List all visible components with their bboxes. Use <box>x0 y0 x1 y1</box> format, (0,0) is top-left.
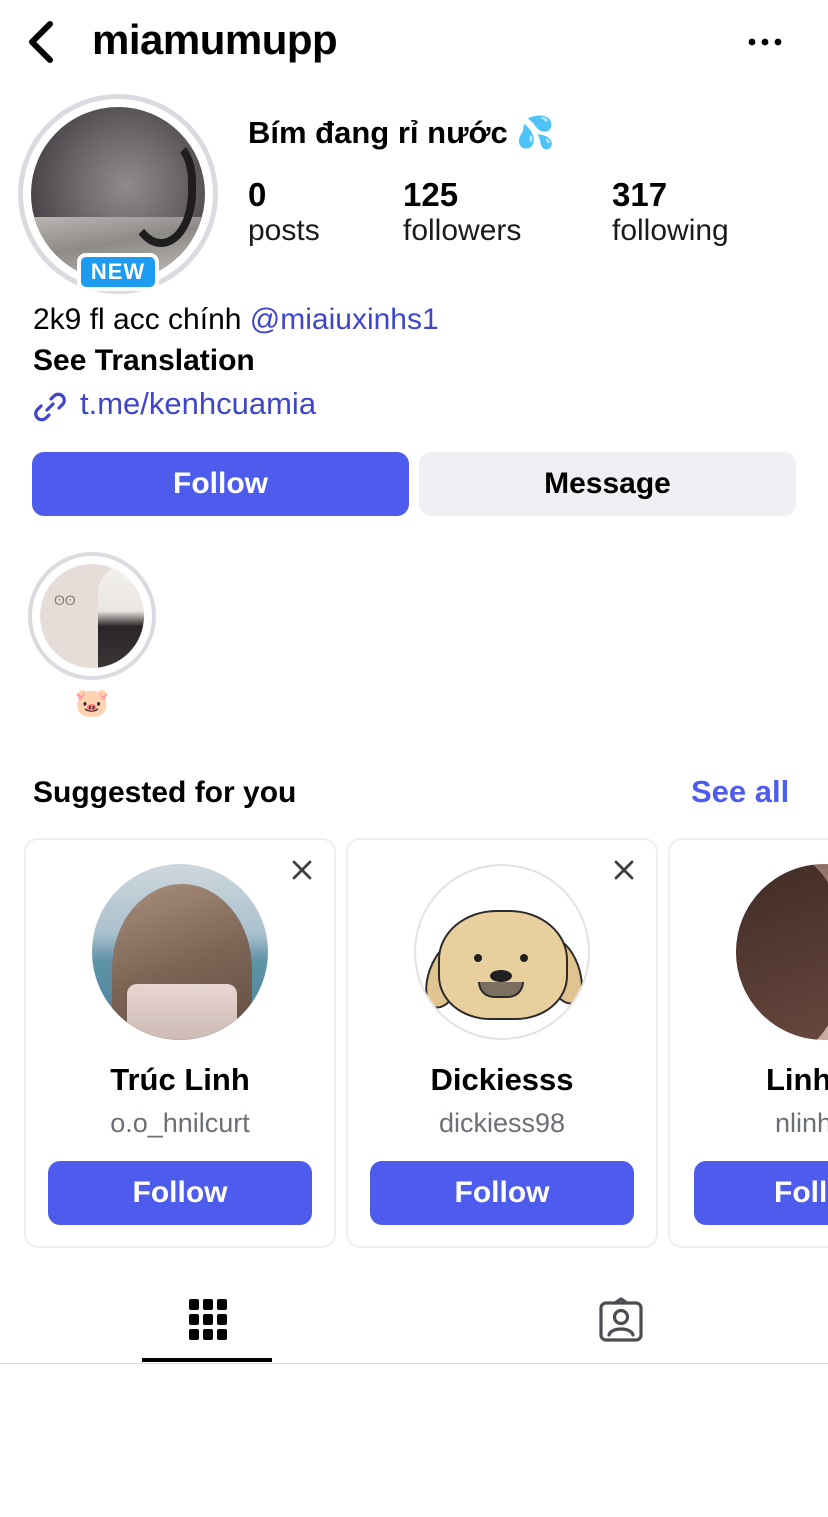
stat-following-value: 317 <box>612 176 668 213</box>
display-name: Bím đang rỉ nước 💦 <box>248 115 556 150</box>
stat-posts-value: 0 <box>248 176 267 213</box>
suggested-follow-button[interactable]: Follow <box>48 1161 312 1225</box>
grid-icon[interactable] <box>188 1297 228 1341</box>
message-button[interactable]: Message <box>419 452 796 516</box>
suggested-name: Dickiesss <box>430 1062 574 1097</box>
suggested-card[interactable]: Trúc Linh o.o_hnilcurt Follow <box>24 838 336 1248</box>
active-tab-indicator <box>142 1358 272 1362</box>
suggested-title: Suggested for you <box>33 776 297 809</box>
profile-username: miamumupp <box>92 16 338 63</box>
see-all-link[interactable]: See all <box>691 774 789 810</box>
stat-followers-value: 125 <box>403 176 459 213</box>
suggested-card[interactable]: Dickiesss dickiess98 Follow <box>346 838 658 1248</box>
back-chevron-icon[interactable] <box>22 18 62 66</box>
bio-mention-link[interactable]: @miaiuxinhs1 <box>250 303 439 336</box>
suggested-follow-button[interactable]: Follow <box>370 1161 634 1225</box>
story-highlight-label: 🐷 <box>74 687 110 718</box>
story-highlight-cover[interactable]: ʘʘ <box>40 564 144 668</box>
suggested-handle: o.o_hnilcurt <box>110 1108 250 1138</box>
suggested-follow-button[interactable]: Follow <box>694 1161 828 1225</box>
follow-button[interactable]: Follow <box>32 452 409 516</box>
suggested-handle: nlinh <box>775 1108 828 1138</box>
suggested-avatar[interactable] <box>92 864 268 1040</box>
stat-posts-label: posts <box>248 214 320 247</box>
suggested-avatar[interactable] <box>414 864 590 1040</box>
close-icon[interactable] <box>290 858 314 882</box>
stat-followers[interactable]: 125 followers <box>403 176 521 248</box>
more-options-icon[interactable] <box>742 26 788 56</box>
bio: 2k9 fl acc chính @miaiuxinhs1 <box>33 303 439 337</box>
tagged-icon[interactable] <box>598 1297 644 1343</box>
suggested-name: Linh <box>766 1062 828 1097</box>
profile-external-link[interactable]: t.me/kenhcuamia <box>80 386 316 422</box>
suggested-card[interactable]: Linh nlinh Follow <box>668 838 828 1248</box>
suggested-handle: dickiess98 <box>438 1108 566 1138</box>
stat-following[interactable]: 317 following <box>612 176 729 248</box>
stat-following-label: following <box>612 214 729 247</box>
stat-followers-label: followers <box>403 214 522 247</box>
stat-posts[interactable]: 0 posts <box>248 176 320 248</box>
tab-divider <box>0 1363 828 1364</box>
see-translation-link[interactable]: See Translation <box>33 344 255 378</box>
new-badge: NEW <box>77 253 159 291</box>
bio-text: 2k9 fl acc chính <box>33 303 250 336</box>
suggested-name: Trúc Linh <box>110 1062 250 1097</box>
close-icon[interactable] <box>612 858 636 882</box>
link-icon <box>34 392 66 422</box>
suggested-avatar[interactable] <box>736 864 828 1040</box>
